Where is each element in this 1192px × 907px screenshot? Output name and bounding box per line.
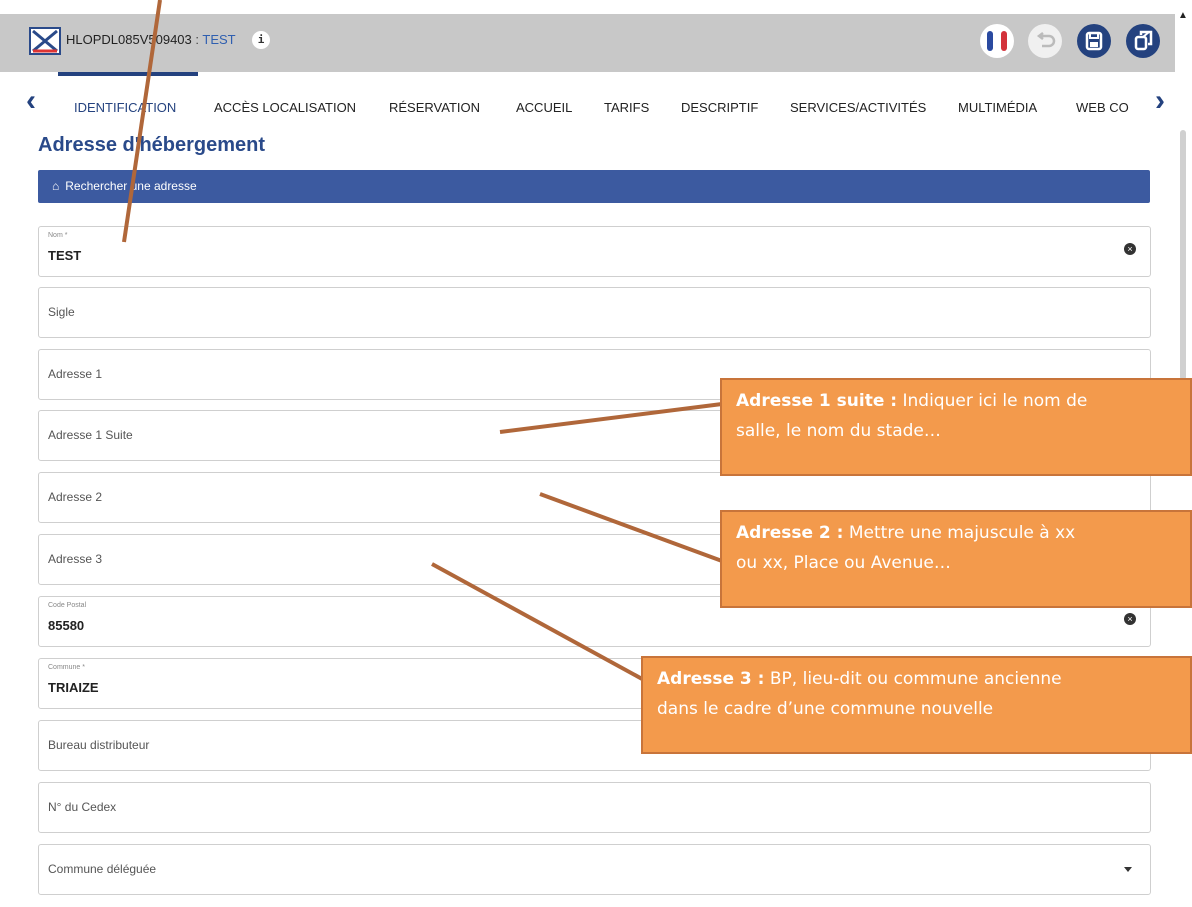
clear-nom-icon[interactable]: ×: [1124, 243, 1136, 255]
app-logo-icon: [29, 27, 61, 55]
cedex-field[interactable]: N° du Cedex: [38, 782, 1151, 833]
callout1-bold: Adresse 1 suite :: [736, 391, 898, 411]
callout-adresse1-suite: Adresse 1 suite : Indiquer ici le nom de…: [720, 378, 1192, 476]
tab-descriptif[interactable]: DESCRIPTIF: [681, 100, 758, 115]
nom-label: Nom *: [48, 232, 68, 239]
code-postal-value: 85580: [48, 618, 85, 633]
commune-deleguee-placeholder: Commune déléguée: [48, 862, 157, 876]
adresse3-placeholder: Adresse 3: [48, 552, 103, 566]
callout1-line1: Indiquer ici le nom de: [897, 391, 1088, 411]
record-id: HLOPDL085V509403: [66, 32, 192, 47]
exit-icon: [1134, 30, 1153, 51]
callout1-line2: salle, le nom du stade…: [736, 421, 941, 441]
bureau-placeholder: Bureau distributeur: [48, 738, 150, 752]
active-tab-indicator: [58, 72, 198, 76]
callout3-line2: dans le cadre d’une commune nouvelle: [657, 699, 994, 719]
window-top-strip: [0, 0, 1192, 14]
record-name: TEST: [202, 32, 236, 47]
code-postal-label: Code Postal: [48, 602, 87, 609]
callout-adresse3: Adresse 3 : BP, lieu-dit ou commune anci…: [641, 656, 1192, 754]
callout3-bold: Adresse 3 :: [657, 669, 765, 689]
nom-field[interactable]: Nom * TEST ×: [38, 226, 1151, 277]
tab-accueil[interactable]: ACCUEIL: [516, 100, 572, 115]
tab-multimedia[interactable]: MULTIMÉDIA: [958, 100, 1037, 115]
tab-identification[interactable]: IDENTIFICATION: [74, 100, 176, 115]
callout2-line1: Mettre une majuscule à xx: [843, 523, 1076, 543]
sigle-field[interactable]: Sigle: [38, 287, 1151, 338]
tab-tarifs[interactable]: TARIFS: [604, 100, 649, 115]
undo-icon: [1036, 32, 1056, 48]
commune-value: TRIAIZE: [48, 680, 99, 695]
tab-acces-localisation[interactable]: ACCÈS LOCALISATION: [214, 100, 356, 115]
cedex-placeholder: N° du Cedex: [48, 800, 117, 814]
sigle-placeholder: Sigle: [48, 305, 75, 319]
nom-value: TEST: [48, 248, 82, 263]
record-separator: :: [191, 32, 203, 47]
scrollbar-thumb[interactable]: [1180, 130, 1186, 380]
info-icon[interactable]: i: [252, 31, 270, 49]
save-icon: [1085, 31, 1103, 51]
language-fr-button[interactable]: [980, 24, 1014, 58]
adresse2-placeholder: Adresse 2: [48, 490, 103, 504]
flag-fr-icon: [981, 25, 1013, 57]
scroll-up-arrow-icon[interactable]: ▲: [1178, 10, 1188, 21]
clear-code-postal-icon[interactable]: ×: [1124, 613, 1136, 625]
tab-services-activites[interactable]: SERVICES/ACTIVITÉS: [790, 100, 926, 115]
header-bar: HLOPDL085V509403 : TEST i: [0, 14, 1175, 72]
adresse1-placeholder: Adresse 1: [48, 367, 103, 381]
record-identifier: HLOPDL085V509403 : TEST: [66, 32, 236, 47]
tab-reservation[interactable]: RÉSERVATION: [389, 100, 480, 115]
save-exit-button[interactable]: [1126, 24, 1160, 58]
search-address-label: Rechercher une adresse: [65, 179, 197, 193]
callout-adresse2: Adresse 2 : Mettre une majuscule à xx ou…: [720, 510, 1192, 608]
tab-scroll-left-icon[interactable]: ‹: [18, 86, 44, 116]
save-button[interactable]: [1077, 24, 1111, 58]
section-title: Adresse d'hébergement: [38, 134, 266, 156]
tab-scroll-right-icon[interactable]: ›: [1147, 86, 1173, 116]
callout3-line1: BP, lieu-dit ou commune ancienne: [764, 669, 1062, 689]
tab-web-co[interactable]: WEB CO: [1076, 100, 1129, 115]
callout2-line2: ou xx, Place ou Avenue…: [736, 553, 951, 573]
undo-button[interactable]: [1028, 24, 1062, 58]
search-address-button[interactable]: ⌂ Rechercher une adresse: [38, 170, 1150, 203]
callout2-bold: Adresse 2 :: [736, 523, 844, 543]
commune-label: Commune *: [48, 664, 85, 671]
tab-bar: ‹ IDENTIFICATION ACCÈS LOCALISATION RÉSE…: [0, 72, 1175, 132]
address-search-icon: ⌂: [52, 179, 60, 193]
commune-deleguee-select[interactable]: Commune déléguée: [38, 844, 1151, 895]
adresse1-suite-placeholder: Adresse 1 Suite: [48, 428, 133, 442]
chevron-down-icon[interactable]: [1124, 867, 1132, 872]
